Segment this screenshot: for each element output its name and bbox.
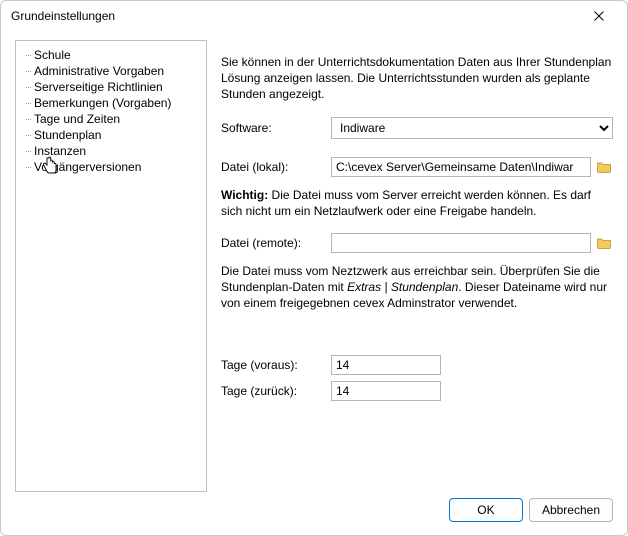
nav-item-tage-zeiten[interactable]: Tage und Zeiten <box>16 111 206 127</box>
folder-icon <box>597 161 611 173</box>
nav-item-stundenplan[interactable]: Stundenplan <box>16 127 206 143</box>
note-remote-em: Extras | Stundenplan <box>347 280 458 294</box>
days-ahead-label: Tage (voraus): <box>221 358 331 372</box>
nav-item-instanzen[interactable]: Instanzen <box>16 143 206 159</box>
nav-item-vorgaengerversionen[interactable]: Vorgängerversionen <box>16 159 206 175</box>
window-title: Grundeinstellungen <box>11 9 581 23</box>
nav-item-admin-vorgaben[interactable]: Administrative Vorgaben <box>16 63 206 79</box>
note-local-strong: Wichtig: <box>221 188 268 202</box>
note-local-rest: Die Datei muss vom Server erreicht werde… <box>221 188 591 218</box>
file-remote-label: Datei (remote): <box>221 236 331 250</box>
days-back-input[interactable] <box>331 381 441 401</box>
file-remote-input[interactable] <box>331 233 591 253</box>
days-back-label: Tage (zurück): <box>221 384 331 398</box>
dialog-window: Grundeinstellungen Schule Administrative… <box>0 0 628 536</box>
file-remote-browse-button[interactable] <box>595 234 613 252</box>
software-select[interactable]: Indiware <box>331 117 613 139</box>
nav-item-label: Vorgängerversionen <box>34 160 141 174</box>
nav-item-label: Schule <box>34 48 71 62</box>
note-remote: Die Datei muss vom Neztzwerk aus erreich… <box>221 263 613 312</box>
close-button[interactable] <box>581 2 617 30</box>
titlebar: Grundeinstellungen <box>1 1 627 32</box>
file-local-input[interactable] <box>331 157 591 177</box>
file-local-label: Datei (lokal): <box>221 160 331 174</box>
software-label: Software: <box>221 121 331 135</box>
nav-item-label: Instanzen <box>34 144 86 158</box>
nav-item-label: Serverseitige Richtlinien <box>34 80 163 94</box>
nav-item-label: Administrative Vorgaben <box>34 64 164 78</box>
nav-item-label: Stundenplan <box>34 128 101 142</box>
close-icon <box>594 11 604 21</box>
days-ahead-input[interactable] <box>331 355 441 375</box>
folder-icon <box>597 237 611 249</box>
nav-item-label: Tage und Zeiten <box>34 112 120 126</box>
nav-item-schule[interactable]: Schule <box>16 47 206 63</box>
ok-button[interactable]: OK <box>449 498 523 522</box>
cancel-button[interactable]: Abbrechen <box>529 498 613 522</box>
nav-item-bemerkungen[interactable]: Bemerkungen (Vorgaben) <box>16 95 206 111</box>
file-local-browse-button[interactable] <box>595 158 613 176</box>
note-local: Wichtig: Die Datei muss vom Server errei… <box>221 187 613 219</box>
intro-text: Sie können in der Unterrichtsdokumentati… <box>221 54 613 103</box>
dialog-footer: OK Abbrechen <box>1 496 627 535</box>
nav-item-server-richtlinien[interactable]: Serverseitige Richtlinien <box>16 79 206 95</box>
content-pane: Sie können in der Unterrichtsdokumentati… <box>221 40 613 492</box>
nav-tree: Schule Administrative Vorgaben Serversei… <box>15 40 207 492</box>
nav-item-label: Bemerkungen (Vorgaben) <box>34 96 171 110</box>
